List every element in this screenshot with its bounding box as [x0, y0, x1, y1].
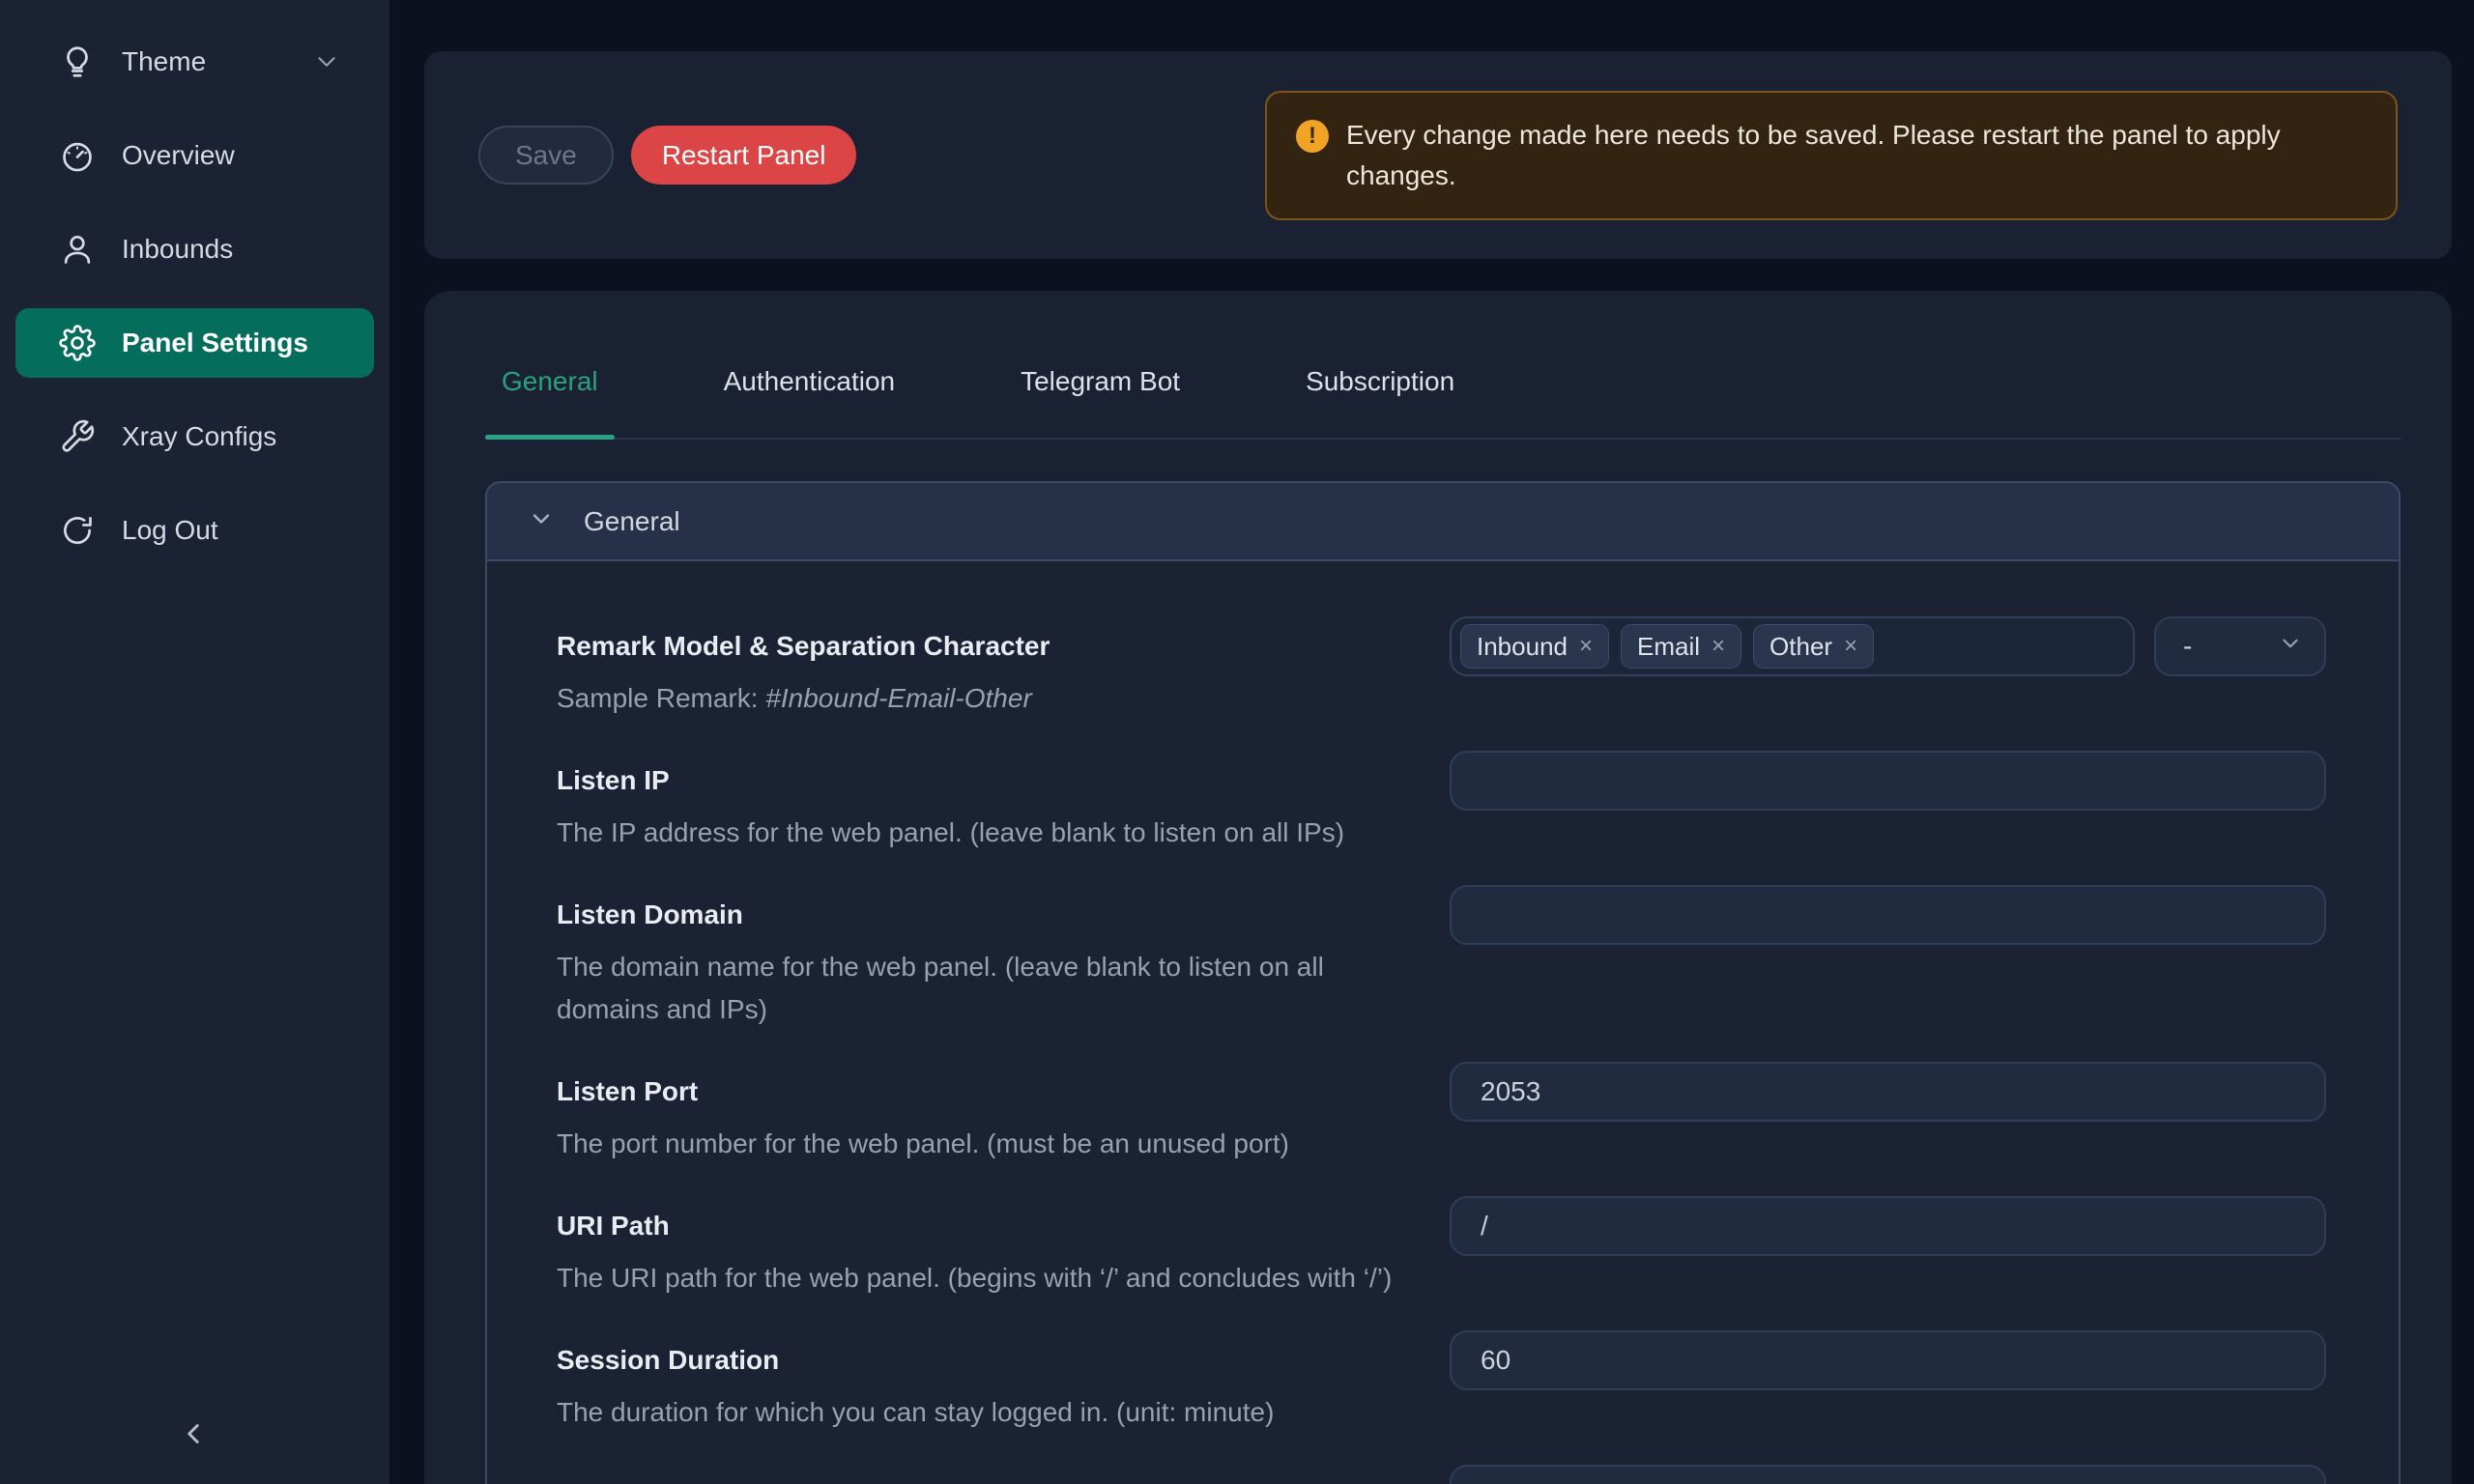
restart-warning-alert: ! Every change made here needs to be sav… — [1265, 91, 2398, 220]
form-row-remark-model: Remark Model & Separation Character Samp… — [557, 616, 2326, 720]
listen-port-input[interactable] — [1450, 1062, 2326, 1122]
field-description: The duration for which you can stay logg… — [557, 1391, 1411, 1434]
sidebar-item-log-out[interactable]: Log Out — [15, 496, 374, 565]
pagination-size-input[interactable] — [1450, 1465, 2326, 1484]
save-button[interactable]: Save — [478, 126, 614, 185]
sidebar-item-label: Panel Settings — [122, 328, 308, 358]
tab-general[interactable]: General — [485, 326, 615, 438]
tab-telegram-bot[interactable]: Telegram Bot — [1004, 326, 1196, 438]
sidebar-item-label: Inbounds — [122, 234, 233, 265]
general-form: Remark Model & Separation Character Samp… — [487, 561, 2399, 1484]
uri-path-input[interactable] — [1450, 1196, 2326, 1256]
form-row-listen-port: Listen Port The port number for the web … — [557, 1062, 2326, 1165]
field-description: The domain name for the web panel. (leav… — [557, 946, 1411, 1031]
tab-authentication[interactable]: Authentication — [707, 326, 911, 438]
toolbar: Save Restart Panel ! Every change made h… — [424, 51, 2452, 259]
chevron-left-icon — [177, 1417, 210, 1455]
chevron-down-icon — [528, 505, 555, 537]
tag-remove-icon[interactable]: × — [1579, 635, 1593, 658]
form-row-pagination-size: Pagination Size — [557, 1465, 2326, 1484]
logout-icon — [59, 512, 96, 549]
field-description: The IP address for the web panel. (leave… — [557, 812, 1411, 854]
sidebar-item-theme[interactable]: Theme — [15, 27, 374, 97]
field-label: URI Path — [557, 1196, 1411, 1256]
sidebar-item-overview[interactable]: Overview — [15, 121, 374, 190]
separator-value: - — [2183, 631, 2192, 662]
chevron-down-icon — [2278, 631, 2303, 663]
general-collapse-header[interactable]: General — [487, 483, 2399, 561]
sidebar-item-label: Log Out — [122, 515, 218, 546]
field-label: Session Duration — [557, 1330, 1411, 1390]
tag-remove-icon[interactable]: × — [1844, 635, 1857, 658]
field-label: Remark Model & Separation Character — [557, 616, 1411, 676]
tag-inbound: Inbound × — [1460, 624, 1609, 669]
form-row-listen-domain: Listen Domain The domain name for the we… — [557, 885, 2326, 1031]
gear-icon — [59, 325, 96, 361]
sidebar-item-label: Overview — [122, 140, 235, 171]
field-description: The URI path for the web panel. (begins … — [557, 1257, 1411, 1299]
remark-model-multiselect[interactable]: Inbound × Email × Other × — [1450, 616, 2135, 676]
tab-subscription[interactable]: Subscription — [1289, 326, 1471, 438]
user-icon — [59, 231, 96, 268]
restart-panel-button[interactable]: Restart Panel — [631, 126, 857, 185]
tag-other: Other × — [1753, 624, 1874, 669]
field-description: The port number for the web panel. (must… — [557, 1123, 1411, 1165]
sidebar-item-panel-settings[interactable]: Panel Settings — [15, 308, 374, 378]
field-label: Listen IP — [557, 751, 1411, 811]
form-row-listen-ip: Listen IP The IP address for the web pan… — [557, 751, 2326, 854]
collapse-title: General — [584, 506, 680, 537]
tag-email: Email × — [1621, 624, 1741, 669]
gauge-icon — [59, 137, 96, 174]
alert-text: Every change made here needs to be saved… — [1346, 115, 2367, 196]
session-duration-input[interactable] — [1450, 1330, 2326, 1390]
field-label: Listen Domain — [557, 885, 1411, 945]
tabs-bar: General Authentication Telegram Bot Subs… — [485, 291, 2401, 440]
listen-domain-input[interactable] — [1450, 885, 2326, 945]
sidebar-item-label: Xray Configs — [122, 421, 276, 452]
main-content: Save Restart Panel ! Every change made h… — [389, 0, 2474, 1484]
sidebar: Theme Overview Inbounds Panel Settings — [0, 0, 389, 1484]
settings-card: General Authentication Telegram Bot Subs… — [424, 291, 2452, 1484]
general-collapse-panel: General Remark Model & Separation Charac… — [485, 481, 2401, 1484]
sidebar-item-xray-configs[interactable]: Xray Configs — [15, 402, 374, 471]
field-label: Pagination Size — [557, 1465, 1411, 1484]
form-row-uri-path: URI Path The URI path for the web panel.… — [557, 1196, 2326, 1299]
field-label: Listen Port — [557, 1062, 1411, 1122]
field-description: Sample Remark: #Inbound-Email-Other — [557, 677, 1411, 720]
app: Theme Overview Inbounds Panel Settings — [0, 0, 2474, 1484]
tag-remove-icon[interactable]: × — [1712, 635, 1725, 658]
sidebar-item-label: Theme — [122, 46, 206, 77]
separator-select[interactable]: - — [2154, 616, 2326, 676]
sidebar-collapse-button[interactable] — [162, 1405, 224, 1467]
listen-ip-input[interactable] — [1450, 751, 2326, 811]
form-row-session-duration: Session Duration The duration for which … — [557, 1330, 2326, 1434]
exclamation-circle-icon: ! — [1296, 120, 1329, 153]
chevron-down-icon — [312, 47, 341, 76]
wrench-icon — [59, 418, 96, 455]
sidebar-item-inbounds[interactable]: Inbounds — [15, 214, 374, 284]
lightbulb-icon — [59, 43, 96, 80]
